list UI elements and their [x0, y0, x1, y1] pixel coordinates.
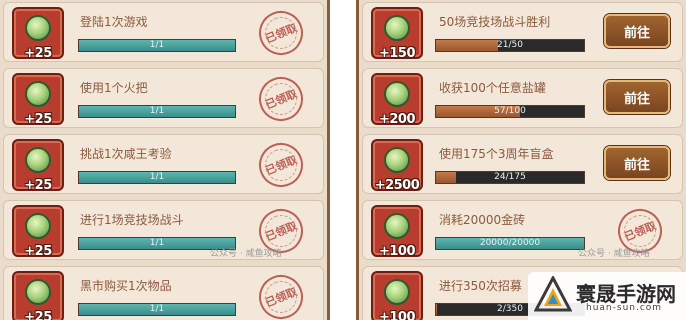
progress-bar: 1/1 [78, 171, 236, 184]
task-title: 使用175个3周年盲盒 [439, 147, 554, 161]
progress-bar: 1/1 [78, 39, 236, 52]
coin-icon [384, 81, 410, 107]
task-row: +25 挑战1次咸王考验 1/1 已领取 [3, 134, 324, 194]
task-title: 消耗20000金砖 [439, 213, 526, 227]
coin-icon [384, 15, 410, 41]
task-title: 黑市购买1次物品 [80, 279, 172, 293]
task-row: +25 使用1个火把 1/1 已领取 [3, 68, 324, 128]
site-logo: 寰晟手游网 huan-sun.com [528, 272, 686, 320]
reward-icon: +100 [371, 205, 423, 259]
goto-button[interactable]: 前往 [604, 146, 670, 180]
coin-icon [384, 213, 410, 239]
coin-icon [25, 279, 51, 305]
task-row: +25 登陆1次游戏 1/1 已领取 [3, 2, 324, 62]
task-title: 登陆1次游戏 [80, 15, 148, 29]
task-title: 挑战1次咸王考验 [80, 147, 172, 161]
task-title: 50场竞技场战斗胜利 [439, 15, 551, 29]
claimed-stamp: 已领取 [252, 4, 310, 62]
progress-text: 20000/20000 [479, 238, 541, 248]
task-list-left: +25 登陆1次游戏 1/1 已领取 +25 使用1个火把 1/1 已领取 +2… [0, 0, 330, 320]
progress-bar: 24/175 [435, 171, 585, 184]
task-title: 进行350次招募 [439, 279, 522, 293]
progress-text: 57/100 [494, 106, 526, 116]
reward-amount: +100 [378, 244, 416, 259]
reward-amount: +25 [24, 112, 52, 127]
progress-text: 1/1 [149, 106, 165, 116]
progress-text: 1/1 [149, 40, 165, 50]
coin-icon [25, 15, 51, 41]
reward-amount: +25 [24, 178, 52, 193]
task-row: +200 收获100个任意盐罐 57/100 前往 [362, 68, 683, 128]
claimed-stamp: 已领取 [252, 268, 310, 320]
watermark: 公众号 · 咸鱼攻略 [210, 249, 282, 259]
reward-icon: +25 [12, 139, 64, 193]
reward-amount: +2500 [374, 178, 420, 193]
task-row: +2500 使用175个3周年盲盒 24/175 前往 [362, 134, 683, 194]
watermark: 公众号 · 咸鱼攻略 [578, 249, 650, 259]
claimed-stamp: 已领取 [252, 70, 310, 128]
progress-text: 21/50 [497, 40, 523, 50]
reward-icon: +25 [12, 205, 64, 259]
coin-icon [25, 213, 51, 239]
reward-amount: +150 [378, 46, 416, 61]
task-title: 使用1个火把 [80, 81, 148, 95]
progress-bar: 20000/20000 [435, 237, 585, 250]
site-logo-icon [534, 276, 572, 312]
progress-bar: 1/1 [78, 105, 236, 118]
reward-icon: +200 [371, 73, 423, 127]
progress-text: 1/1 [149, 304, 165, 314]
coin-icon [384, 147, 410, 173]
reward-amount: +25 [24, 310, 52, 320]
task-title: 进行1场竞技场战斗 [80, 213, 184, 227]
reward-icon: +150 [371, 7, 423, 61]
reward-icon: +25 [12, 7, 64, 61]
reward-amount: +100 [378, 310, 416, 320]
reward-icon: +100 [371, 271, 423, 320]
task-row: +150 50场竞技场战斗胜利 21/50 前往 [362, 2, 683, 62]
progress-bar: 57/100 [435, 105, 585, 118]
reward-amount: +25 [24, 244, 52, 259]
coin-icon [25, 81, 51, 107]
progress-text: 24/175 [494, 172, 526, 182]
coin-icon [384, 279, 410, 305]
reward-icon: +2500 [371, 139, 423, 193]
claimed-stamp: 已领取 [252, 136, 310, 194]
reward-amount: +25 [24, 46, 52, 61]
coin-icon [25, 147, 51, 173]
progress-bar: 1/1 [78, 303, 236, 316]
site-domain: huan-sun.com [586, 303, 663, 313]
reward-icon: +25 [12, 271, 64, 320]
goto-button[interactable]: 前往 [604, 14, 670, 48]
task-title: 收获100个任意盐罐 [439, 81, 546, 95]
reward-amount: +200 [378, 112, 416, 127]
progress-text: 1/1 [149, 172, 165, 182]
reward-icon: +25 [12, 73, 64, 127]
progress-bar: 21/50 [435, 39, 585, 52]
task-row: +25 黑市购买1次物品 1/1 已领取 [3, 266, 324, 320]
goto-button[interactable]: 前往 [604, 80, 670, 114]
